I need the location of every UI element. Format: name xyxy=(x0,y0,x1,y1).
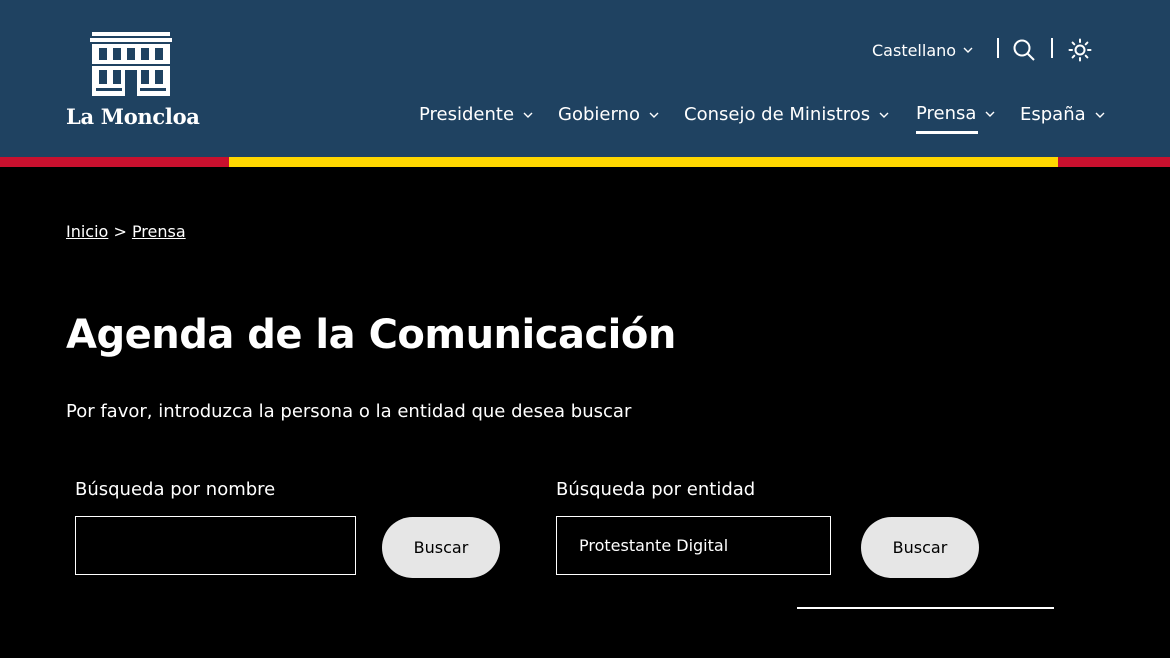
name-search-label: Búsqueda por nombre xyxy=(75,479,276,500)
breadcrumb: Inicio > Prensa xyxy=(66,222,186,241)
nav-item-label: Consejo de Ministros xyxy=(684,104,871,125)
search-icon xyxy=(1013,39,1035,61)
theme-toggle-button[interactable] xyxy=(1068,36,1094,64)
chevron-down-icon xyxy=(878,109,890,121)
entity-search-label: Búsqueda por entidad xyxy=(556,479,756,500)
site-logo[interactable]: La Moncloa xyxy=(66,32,201,132)
nav-item-presidente[interactable]: Presidente xyxy=(419,104,534,125)
search-button[interactable] xyxy=(1012,36,1036,64)
divider xyxy=(997,38,999,58)
name-search-button[interactable]: Buscar xyxy=(382,517,500,578)
moncloa-building-icon xyxy=(90,32,172,96)
name-search-input[interactable] xyxy=(75,516,356,575)
nav-item-label: Prensa xyxy=(916,103,977,124)
language-selector[interactable]: Castellano xyxy=(872,36,974,64)
chevron-down-icon xyxy=(648,109,660,121)
intro-text: Por favor, introduzca la persona o la en… xyxy=(66,401,632,422)
language-label: Castellano xyxy=(872,40,957,60)
nav-item-gobierno[interactable]: Gobierno xyxy=(558,104,660,125)
divider xyxy=(1051,38,1053,58)
page-title: Agenda de la Comunicación xyxy=(66,312,676,358)
breadcrumb-link-prensa[interactable]: Prensa xyxy=(132,222,186,241)
nav-item-label: Presidente xyxy=(419,104,515,125)
divider-line xyxy=(797,607,1054,609)
breadcrumb-separator: > xyxy=(113,222,127,241)
nav-item-prensa[interactable]: Prensa xyxy=(916,103,996,124)
nav-active-indicator xyxy=(916,131,978,134)
nav-item-espana[interactable]: España xyxy=(1020,104,1106,125)
nav-item-label: España xyxy=(1020,104,1086,125)
chevron-down-icon xyxy=(962,44,974,56)
chevron-down-icon xyxy=(1094,109,1106,121)
flag-stripe-red-left xyxy=(0,157,229,167)
chevron-down-icon xyxy=(984,108,996,120)
entity-search-button[interactable]: Buscar xyxy=(861,517,979,578)
logo-text: La Moncloa xyxy=(66,104,200,129)
chevron-down-icon xyxy=(522,109,534,121)
flag-stripe-yellow xyxy=(229,157,1058,167)
breadcrumb-link-inicio[interactable]: Inicio xyxy=(66,222,108,241)
site-header: La Moncloa Castellano Presidente Gobiern… xyxy=(0,0,1170,157)
nav-item-consejo-de-ministros[interactable]: Consejo de Ministros xyxy=(684,104,890,125)
sun-icon xyxy=(1068,38,1092,62)
nav-item-label: Gobierno xyxy=(558,104,640,125)
entity-search-input[interactable] xyxy=(556,516,831,575)
flag-stripe-red-right xyxy=(1058,157,1170,167)
